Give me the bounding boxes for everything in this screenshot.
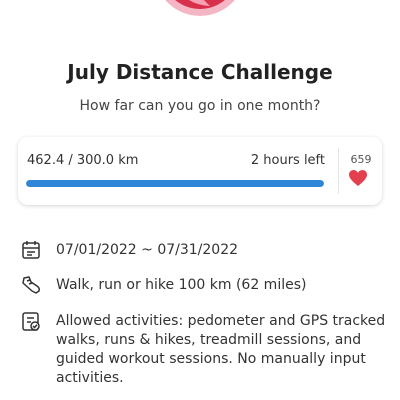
challenge-badge-icon (154, 0, 246, 16)
distance-progress-text: 462.4 / 300.0 km (27, 153, 139, 168)
like-count: 659 (350, 153, 372, 166)
calendar-icon (20, 239, 42, 261)
card-divider (338, 148, 339, 194)
challenge-dates: 07/01/2022 ~ 07/31/2022 (56, 242, 239, 258)
allowed-activities-row: Allowed activities: pedometer and GPS tr… (20, 310, 390, 390)
shoe-icon (20, 274, 42, 296)
allowed-activities-text: Allowed activities: pedometer and GPS tr… (56, 313, 386, 386)
progress-bar (26, 180, 324, 187)
checklist-icon (20, 310, 42, 332)
progress-bar-fill (26, 180, 324, 187)
heart-icon[interactable] (348, 169, 368, 187)
challenge-subtitle: How far can you go in one month? (79, 98, 321, 114)
goal-row: Walk, run or hike 100 km (62 miles) (20, 274, 390, 298)
challenge-goal: Walk, run or hike 100 km (62 miles) (56, 277, 307, 293)
challenge-title: July Distance Challenge (67, 60, 333, 84)
time-left-text: 2 hours left (250, 153, 325, 168)
progress-card[interactable]: 462.4 / 300.0 km 2 hours left 659 (18, 137, 382, 205)
dates-row: 07/01/2022 ~ 07/31/2022 (20, 239, 390, 263)
